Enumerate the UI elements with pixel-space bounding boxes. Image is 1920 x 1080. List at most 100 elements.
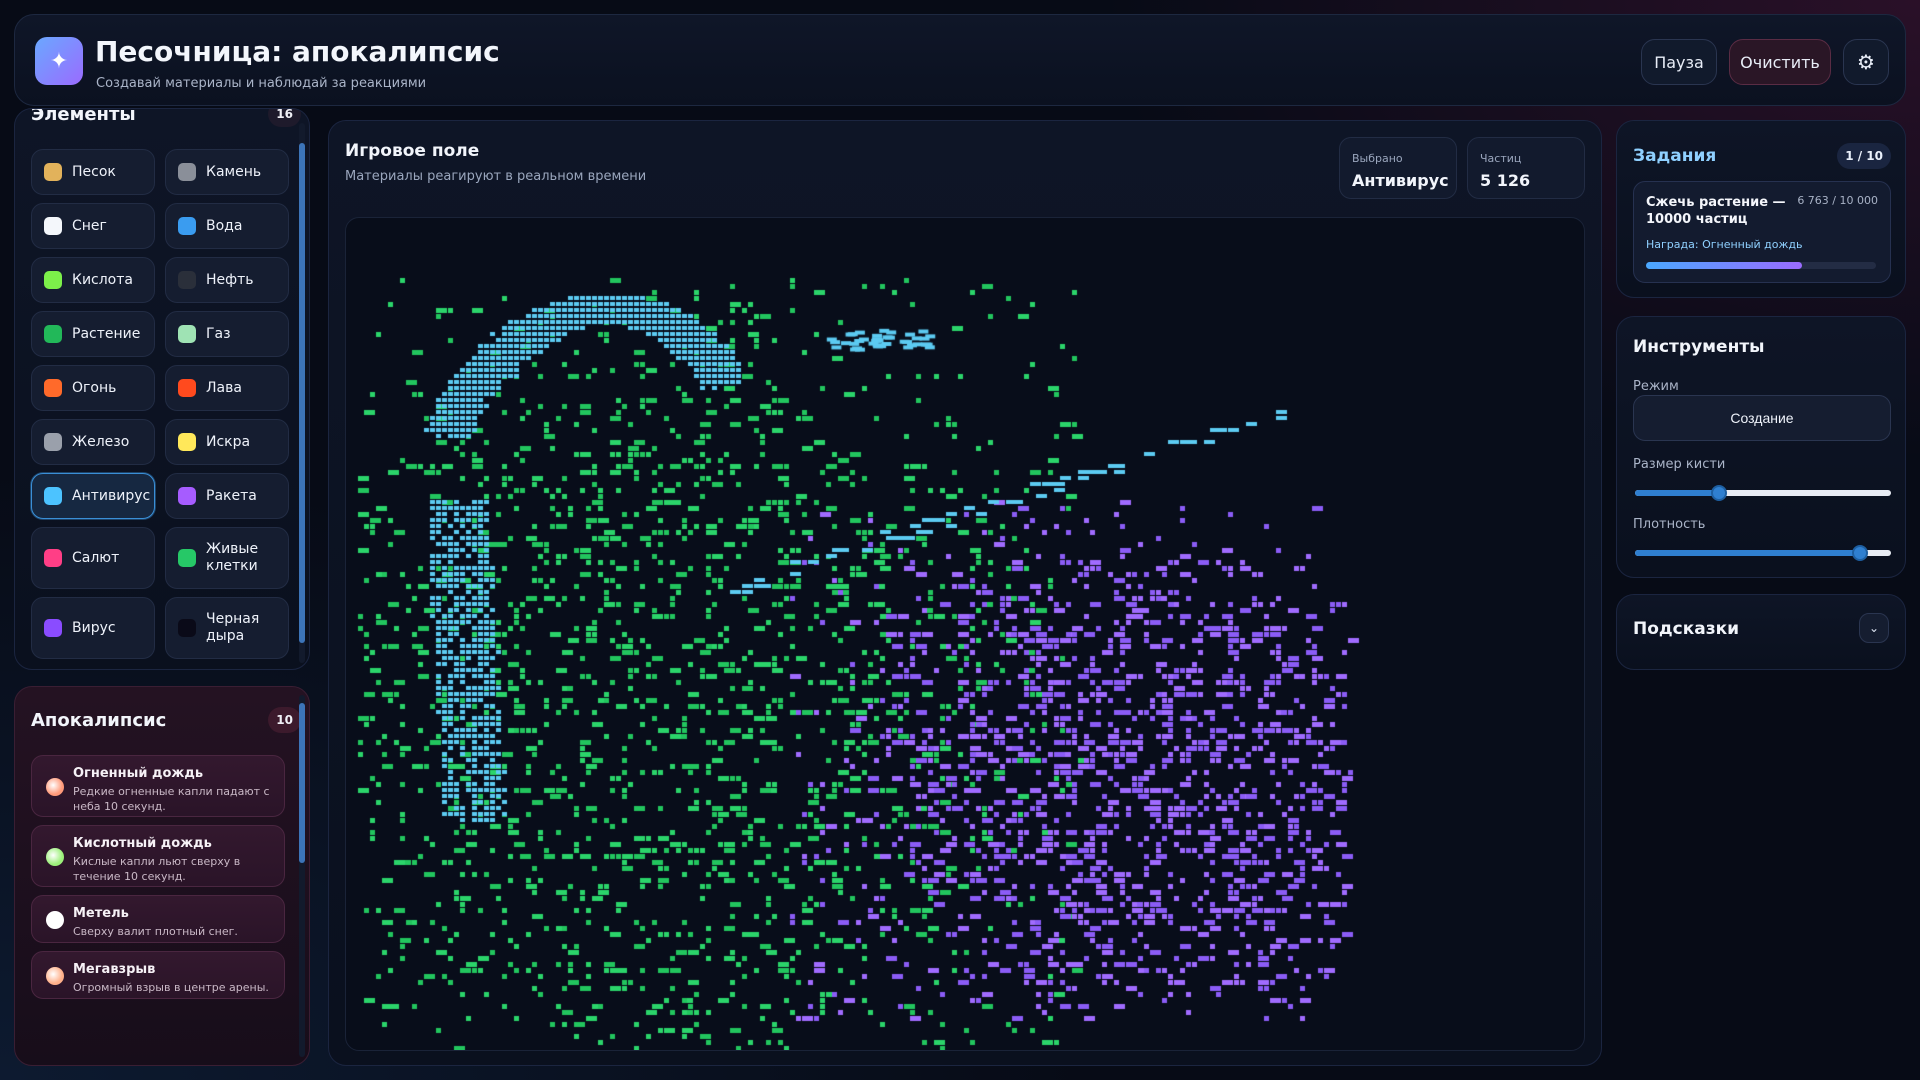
event-dot-icon (46, 778, 64, 796)
event-description: Редкие огненные капли падают с неба 10 с… (73, 785, 270, 813)
element-button[interactable]: Искра (165, 419, 289, 465)
quest-reward: Награда: Огненный дождь (1646, 238, 1803, 251)
event-name: Огненный дождь (73, 766, 204, 781)
element-label: Кислота (72, 271, 133, 288)
element-label: Снег (72, 217, 107, 234)
apocalypse-event-card[interactable]: Метель Сверху валит плотный снег. (31, 895, 285, 943)
element-button[interactable]: Песок (31, 149, 155, 195)
element-button[interactable]: Железо (31, 419, 155, 465)
sparkle-icon: ✦ (35, 37, 83, 85)
element-button[interactable]: Вирус (31, 597, 155, 659)
apocalypse-event-card[interactable]: Огненный дождь Редкие огненные капли пада… (31, 755, 285, 817)
tools-title: Инструменты (1633, 337, 1765, 357)
apocalypse-event-card[interactable]: Мегавзрыв Огромный взрыв в центре арены. (31, 951, 285, 999)
hints-title: Подсказки (1633, 619, 1740, 639)
element-button[interactable]: Ракета (165, 473, 289, 519)
field-panel: Игровое поле Материалы реагируют в реаль… (328, 120, 1602, 1066)
elements-scrollbar[interactable] (299, 123, 305, 663)
element-color-swatch (44, 163, 62, 181)
element-button[interactable]: Вода (165, 203, 289, 249)
hints-toggle-button[interactable]: ⌄ (1859, 613, 1889, 643)
quest-progress-fill (1646, 262, 1802, 269)
apocalypse-scrollbar-thumb[interactable] (299, 703, 305, 863)
element-label: Живые клетки (206, 541, 259, 574)
element-button[interactable]: Растение (31, 311, 155, 357)
particles-value: 5 126 (1480, 171, 1531, 190)
elements-panel: Элементы 16 Песок Камень Снег Вода Кислота Не… (14, 108, 310, 670)
element-label: Растение (72, 325, 141, 342)
element-label: Лава (206, 379, 242, 396)
element-button[interactable]: Камень (165, 149, 289, 195)
event-dot-icon (46, 967, 64, 985)
elements-title: Элементы (31, 108, 136, 125)
selected-value: Антивирус (1352, 171, 1449, 190)
density-label: Плотность (1633, 517, 1706, 532)
mode-button[interactable]: Создание (1633, 395, 1891, 441)
gear-icon: ⚙ (1857, 50, 1875, 74)
apocalypse-event-card[interactable]: Кислотный дождь Кислые капли льют сверху … (31, 825, 285, 887)
element-button[interactable]: Салют (31, 527, 155, 589)
element-label: Вода (206, 217, 243, 234)
element-color-swatch (44, 379, 62, 397)
element-color-swatch (44, 433, 62, 451)
element-color-swatch (178, 619, 196, 637)
element-color-swatch (44, 619, 62, 637)
selected-label: Выбрано (1352, 152, 1403, 165)
element-button[interactable]: Антивирус (31, 473, 155, 519)
clear-button[interactable]: Очистить (1729, 39, 1831, 85)
event-dot-icon (46, 911, 64, 929)
elements-scrollbar-thumb[interactable] (299, 143, 305, 643)
apocalypse-count-badge: 10 (268, 707, 301, 733)
element-label: Вирус (72, 619, 116, 636)
settings-button[interactable]: ⚙ (1843, 39, 1889, 85)
element-label: Газ (206, 325, 231, 342)
element-label: Салют (72, 549, 120, 566)
element-button[interactable]: Кислота (31, 257, 155, 303)
app-subtitle: Создавай материалы и наблюдай за реакция… (96, 76, 427, 91)
quest-progress-text: 6 763 / 10 000 (1797, 194, 1878, 207)
element-color-swatch (44, 217, 62, 235)
density-slider-thumb[interactable] (1852, 545, 1869, 561)
element-color-swatch (44, 487, 62, 505)
element-button[interactable]: Снег (31, 203, 155, 249)
selected-stat: Выбрано Антивирус (1339, 137, 1457, 199)
apocalypse-scrollbar[interactable] (299, 695, 305, 1057)
density-slider[interactable] (1635, 545, 1891, 561)
quests-title: Задания (1633, 146, 1717, 166)
brush-size-slider[interactable] (1635, 485, 1891, 501)
simulation-canvas[interactable] (346, 218, 1584, 1050)
pause-button[interactable]: Пауза (1641, 39, 1717, 85)
hints-panel: Подсказки ⌄ (1616, 594, 1906, 670)
app-title: Песочница: апокалипсис (95, 35, 500, 68)
mode-label: Режим (1633, 379, 1679, 394)
element-button[interactable]: Живые клетки (165, 527, 289, 589)
event-description: Огромный взрыв в центре арены. (73, 981, 269, 994)
brush-slider-thumb[interactable] (1711, 485, 1728, 501)
game-field-canvas[interactable] (345, 217, 1585, 1051)
element-label: Железо (72, 433, 130, 450)
element-button[interactable]: Нефть (165, 257, 289, 303)
element-color-swatch (178, 271, 196, 289)
particles-label: Частиц (1480, 152, 1522, 165)
element-label: Антивирус (72, 487, 151, 504)
apocalypse-title: Апокалипсис (31, 709, 167, 731)
element-color-swatch (178, 325, 196, 343)
element-button[interactable]: Огонь (31, 365, 155, 411)
element-label: Нефть (206, 271, 254, 288)
element-button[interactable]: Газ (165, 311, 289, 357)
element-color-swatch (44, 549, 62, 567)
tools-panel: Инструменты Режим Создание Размер кисти … (1616, 316, 1906, 578)
particles-stat: Частиц 5 126 (1467, 137, 1585, 199)
element-button[interactable]: Лава (165, 365, 289, 411)
element-label: Песок (72, 163, 116, 180)
elements-grid: Песок Камень Снег Вода Кислота Нефть Растение Г… (31, 149, 299, 667)
element-label: Камень (206, 163, 262, 180)
event-description: Кислые капли льют сверху в течение 10 се… (73, 855, 241, 883)
event-name: Кислотный дождь (73, 836, 212, 851)
chevron-down-icon: ⌄ (1868, 621, 1880, 635)
element-button[interactable]: Черная дыра (165, 597, 289, 659)
element-color-swatch (178, 487, 196, 505)
event-name: Метель (73, 906, 129, 921)
element-color-swatch (44, 325, 62, 343)
element-color-swatch (178, 549, 196, 567)
